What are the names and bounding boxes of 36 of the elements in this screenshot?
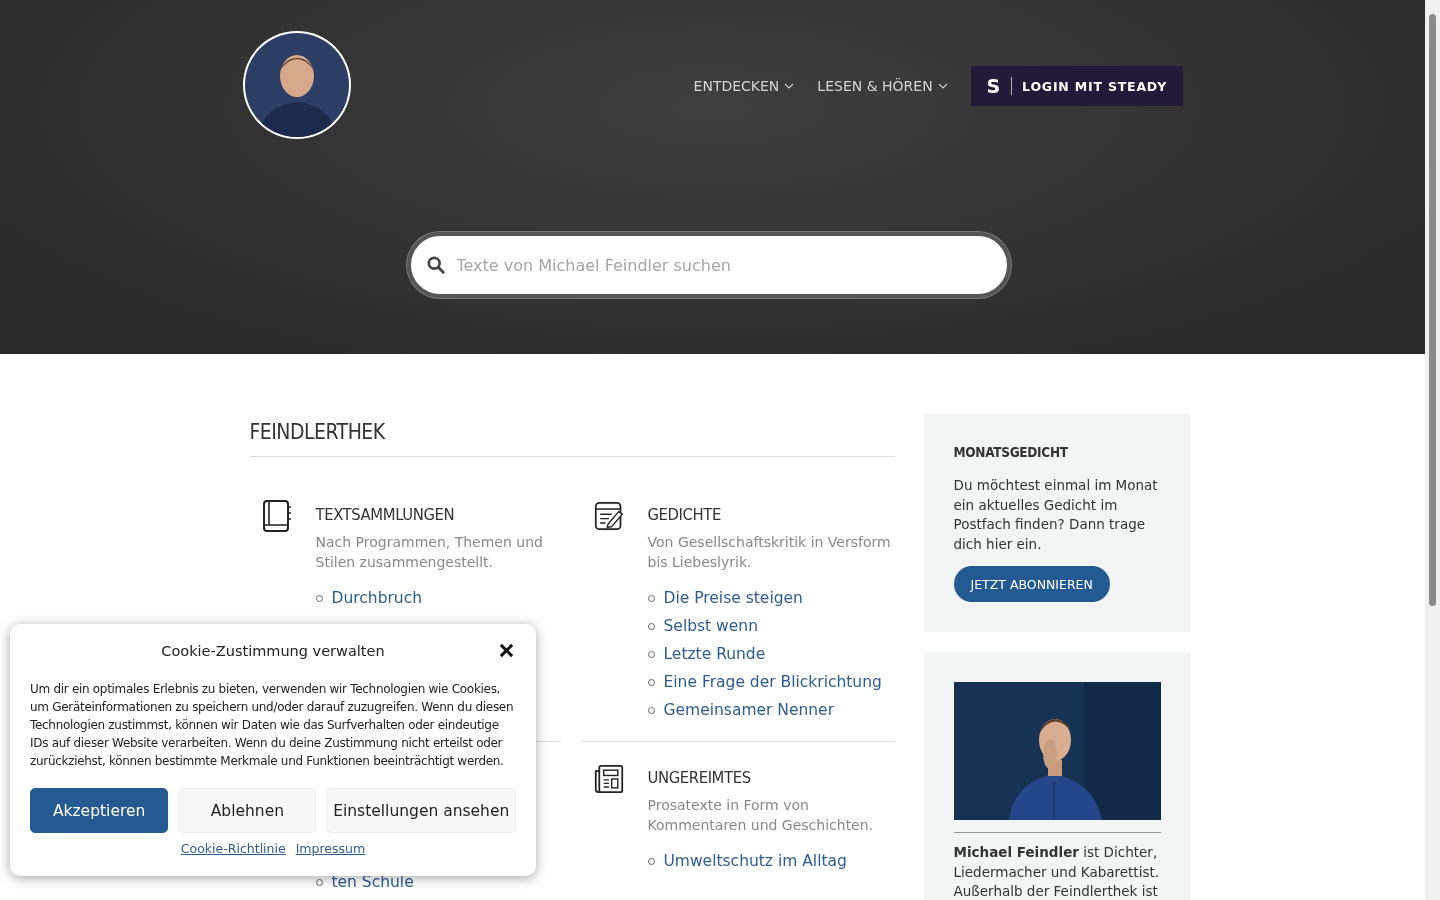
text-link[interactable]: Letzte Runde: [663, 645, 766, 663]
dialog-button[interactable]: Ablehnen: [178, 788, 317, 833]
nav-menu-item[interactable]: ENTDECKEN: [693, 78, 795, 94]
text-link[interactable]: ten Schule: [331, 873, 414, 891]
text-link[interactable]: Eine Frage der Blickrichtung: [663, 673, 882, 691]
scrollbar[interactable]: [1425, 0, 1440, 900]
accept-button[interactable]: Akzeptieren: [30, 788, 169, 833]
login-button[interactable]: S LOGIN MIT STEADY: [970, 66, 1183, 106]
close-icon[interactable]: [499, 643, 514, 658]
text-link[interactable]: Umweltschutz im Alltag: [663, 852, 847, 870]
section-description: Prosatexte in Form von Kommentaren und Geschichten.: [647, 796, 875, 835]
section-description: Nach Programmen, Themen und Stilen zusammengestellt.: [315, 533, 544, 572]
dialog-text: Um dir ein optimales Erlebnis zu bieten, verwenden wir Technologien wie Cookies, um Geräteinformationen zu speichern und/oder darauf zuzugreifen. Wenn du diesen Technologien zustimmst, können wir Daten wie das Surfverhalten oder eindeutige IDs auf dieser Website verarbeiten. Wenn du deine Zustimmung nicht erteilst oder zurückziehst, können bestimmte Merkmale und Funktionen beeinträchtigt werden.: [30, 681, 515, 770]
dialog-title: Cookie-Zustimmung verwalten: [161, 643, 385, 659]
card-text: Michael Feindler ist Dichter, Liedermacher und Kabarettist. Außerhalb der Feindlerthek ist: [953, 843, 1161, 900]
section-heading: TEXTSAMMLUNGEN: [315, 505, 456, 524]
text-link[interactable]: Durchbruch: [331, 589, 423, 607]
newspaper-icon: [593, 762, 624, 796]
text-link[interactable]: Gemeinsamer Nenner: [663, 701, 834, 719]
text-link[interactable]: Selbst wenn: [663, 617, 758, 635]
section-description: Von Gesellschaftskritik in Versform bis Liebeslyrik.: [647, 533, 892, 572]
nav-menu-item[interactable]: LESEN & HÖREN: [817, 78, 948, 94]
text-link[interactable]: Die Preise steigen: [663, 589, 803, 607]
section-heading: UNGEREIMTES: [647, 768, 752, 787]
search-icon: [426, 256, 445, 274]
subscribe-button[interactable]: JETZT ABONNIEREN: [953, 566, 1110, 602]
text-link[interactable]: Cookie-Richtlinie: [180, 841, 286, 856]
notepad-pencil-icon: [593, 499, 624, 533]
search-field[interactable]: Texte von Michael Feindler suchen: [406, 232, 1011, 298]
dialog-button[interactable]: Einstellungen ansehen: [326, 788, 516, 833]
text-link[interactable]: Impressum: [295, 841, 366, 856]
section-heading: GEDICHTE: [647, 505, 722, 524]
book-icon: [261, 499, 292, 533]
page-heading: FEINDLERTHEK: [249, 414, 895, 457]
card-text: Du möchtest einmal im Monat ein aktuelles Gedicht im Postfach finden? Dann trage dich hier ein.: [953, 476, 1159, 554]
card-heading: MONATSGEDICHT: [953, 444, 1069, 460]
